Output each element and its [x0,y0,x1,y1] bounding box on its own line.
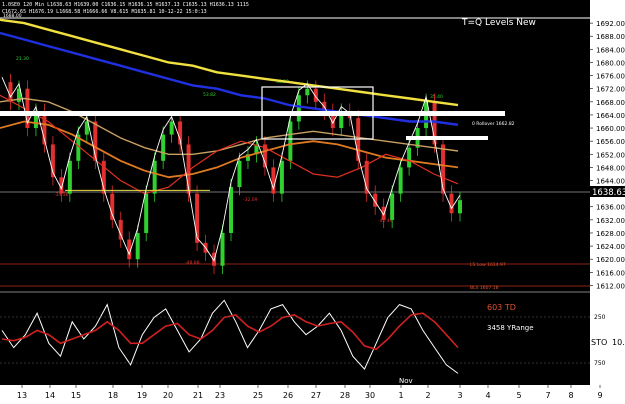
time-tick-label: 15 [71,391,81,400]
price-tick-label: 1660.00 [596,125,625,133]
candle-body [144,193,149,233]
price-tick-label: 1672.00 [596,86,625,94]
time-tick-label: 23 [215,391,225,400]
title-annotation: T=Q Levels New [461,18,536,28]
time-tick-label: 26 [283,391,293,400]
candle-body [229,187,233,233]
osc-upper-label: 250 [594,314,606,321]
price-tick-label: 1636.00 [596,204,625,212]
current-price-tag: 1638.63 [592,188,625,198]
candle-body [407,147,412,168]
time-tick-label: 13 [17,391,27,400]
oscillator-panel [1,299,459,374]
point-label-6: -32.09 [243,197,258,203]
osc-red-line [1,312,459,351]
nov-label: Nov [399,377,413,385]
yrange-label: 3458 YRange [487,324,534,332]
candle-body [458,200,462,214]
price-tick-label: 1652.00 [596,151,625,159]
candle-body [305,88,310,96]
price-tick-label: 1684.00 [596,46,625,54]
point-label-1: 21.30 [16,56,29,62]
price-tick-label: 1676.00 [596,73,625,81]
candles [8,73,462,274]
candle-body [67,160,72,194]
price-axis-ticks: 1612.00 1616.00 1620.00 1624.00 1628.00 1632.… [590,20,625,290]
header-info-2: C1672.65 H1676.19 L1668.58 H1666.66 V8.6… [2,9,207,15]
candle-body [296,95,301,122]
candle-body [118,219,123,240]
white-level-bar-2 [406,136,488,140]
sto-label: STO [591,338,607,347]
sto-value: 10. [612,338,625,347]
candle-body [279,160,284,194]
osc-lower-label: 750 [594,360,606,367]
price-tick-label: 1620.00 [596,256,625,264]
price-tick-label: 1656.00 [596,138,625,146]
candle-body [288,121,293,161]
price-tick-label: 1644.00 [596,178,625,186]
price-tick-label: 1624.00 [596,243,625,251]
top-marker-label: 1688.00 [3,13,22,19]
time-tick-label: 14 [45,391,55,400]
rollover-annotation: 0 Rollover 1662.82 [472,121,515,127]
time-tick-label: 25 [253,391,263,400]
point-label-2: 53.82 [203,92,216,98]
price-tick-label: 1612.00 [596,282,625,290]
candle-body [8,82,13,102]
candle-body [152,160,157,194]
td-label: 603 TD [487,303,516,312]
time-tick-label: 5 [516,391,521,400]
price-tick-label: 1692.00 [596,20,625,28]
candle-body [169,121,174,135]
candle-body [398,167,403,194]
time-tick-label: 27 [311,391,321,400]
time-tick-label: 30 [365,391,375,400]
point-label-8: -48.88 [185,260,200,266]
time-tick-label: 8 [568,391,573,400]
time-tick-label: 19 [137,391,147,400]
time-tick-label: 7 [545,391,550,400]
candle-body [135,232,140,260]
price-tick-label: 1688.00 [596,33,625,41]
time-tick-label: 20 [163,391,173,400]
header-info: 1.0SE0 120 Min L1638.63 H1639.00 C1636.1… [2,2,249,8]
time-tick-label: 28 [340,391,350,400]
time-tick-label: 4 [485,391,490,400]
price-tick-label: 1616.00 [596,269,625,277]
time-tick-label: 18 [108,391,118,400]
point-label-4: 35.40 [430,94,443,100]
price-tick-label: 1680.00 [596,59,625,67]
white-level-bar-1 [0,111,505,116]
time-tick-label: 9 [597,391,602,400]
time-tick-label: 1 [398,391,403,400]
candle-body [449,193,454,214]
ls-low-annotation: LS Low 1614.97 [470,262,506,268]
candle-body [390,193,395,220]
candle-body [220,232,225,266]
trading-chart: 1.0SE0 120 Min L1638.63 H1639.00 C1636.1… [0,0,625,404]
time-tick-label: 21 [193,391,203,400]
candle-body [161,134,166,161]
price-tick-label: 1664.00 [596,112,625,120]
candle-body [237,160,242,188]
price-tick-label: 1628.00 [596,230,625,238]
price-tick-label: 1632.00 [596,217,625,225]
time-tick-label: 3 [457,391,462,400]
price-tick-label: 1648.00 [596,164,625,172]
time-tick-label: 2 [425,391,430,400]
bls-annotation: BLS 1607.18 [470,285,499,291]
price-tick-label: 1668.00 [596,99,625,107]
